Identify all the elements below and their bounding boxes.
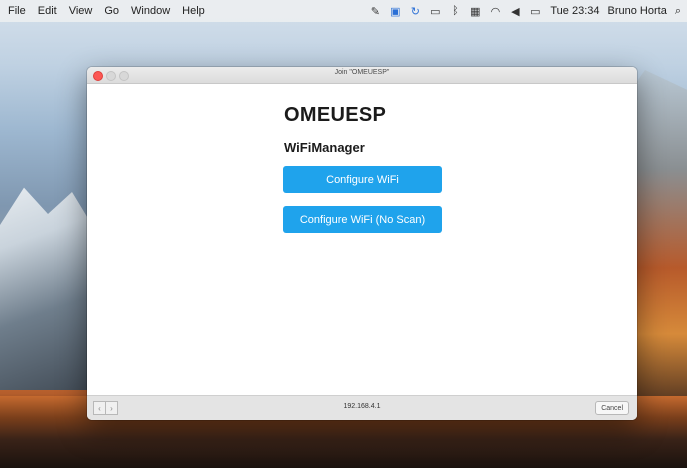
- bluetooth-icon[interactable]: ᛒ: [448, 5, 462, 17]
- battery-icon[interactable]: ▭: [528, 5, 542, 18]
- page-heading: OMEUESP: [284, 104, 387, 126]
- pen-icon[interactable]: ✎: [368, 5, 382, 18]
- sync-icon[interactable]: ↻: [408, 5, 422, 18]
- page-content: OMEUESP WiFiManager Configure WiFi Confi…: [87, 84, 637, 395]
- wifi-icon[interactable]: ◠: [488, 5, 502, 18]
- menubar-menus: File Edit View Go Window Help: [0, 5, 205, 17]
- window-bottombar: ‹ › 192.168.4.1 Cancel: [87, 395, 637, 420]
- window-title: Join "OMEUESP": [334, 69, 390, 76]
- menu-window[interactable]: Window: [131, 5, 170, 17]
- window-titlebar[interactable]: Join "OMEUESP": [87, 67, 637, 84]
- menubar: File Edit View Go Window Help ✎ ▣ ↻ ▭ ᛒ …: [0, 0, 687, 22]
- menubar-status: ✎ ▣ ↻ ▭ ᛒ ▦ ◠ ◀ ▭ Tue 23:34 Bruno Horta …: [362, 5, 687, 18]
- configure-wifi-no-scan-button[interactable]: Configure WiFi (No Scan): [283, 206, 442, 233]
- menubar-clock[interactable]: Tue 23:34: [550, 5, 599, 17]
- menu-view[interactable]: View: [69, 5, 93, 17]
- spotlight-search-icon[interactable]: ⌕: [675, 5, 681, 18]
- menu-edit[interactable]: Edit: [38, 5, 57, 17]
- menubar-user[interactable]: Bruno Horta: [608, 5, 667, 17]
- menu-file[interactable]: File: [8, 5, 26, 17]
- keyboard-icon[interactable]: ▦: [468, 5, 482, 18]
- page-subheading: WiFiManager: [284, 140, 365, 155]
- captive-portal-window: Join "OMEUESP" OMEUESP WiFiManager Confi…: [87, 67, 637, 420]
- menu-go[interactable]: Go: [104, 5, 119, 17]
- volume-icon[interactable]: ◀: [508, 5, 522, 18]
- menu-help[interactable]: Help: [182, 5, 205, 17]
- display-icon[interactable]: ▣: [388, 5, 402, 18]
- address-label: 192.168.4.1: [343, 403, 381, 410]
- configure-wifi-button[interactable]: Configure WiFi: [283, 166, 442, 193]
- airplay-icon[interactable]: ▭: [428, 5, 442, 18]
- cancel-button[interactable]: Cancel: [595, 401, 629, 415]
